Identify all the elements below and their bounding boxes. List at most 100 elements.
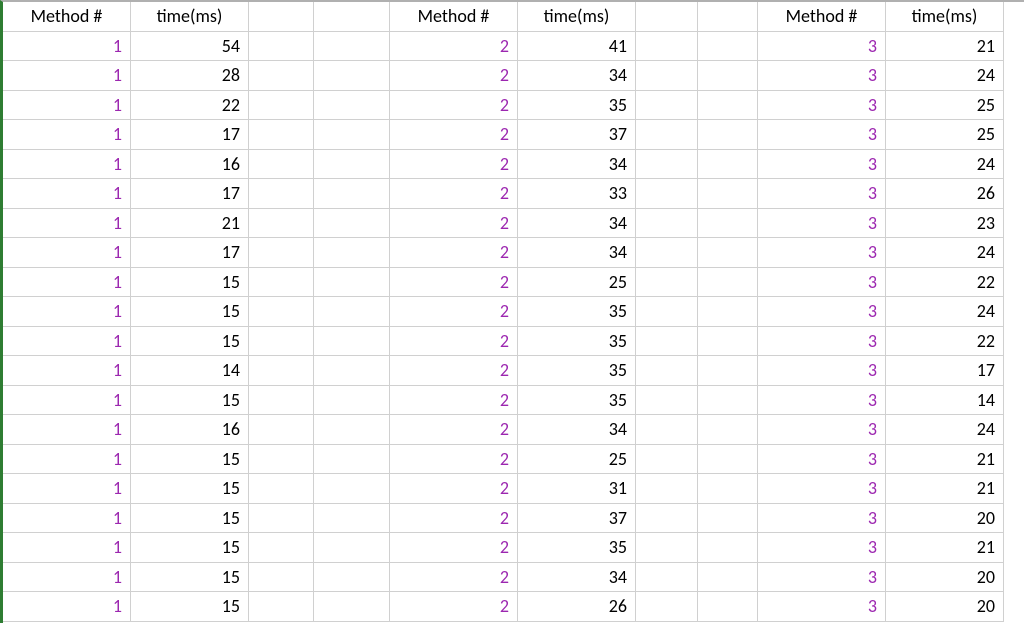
header-time[interactable]: time(ms) [518, 2, 636, 32]
empty-cell[interactable] [698, 297, 758, 327]
empty-cell[interactable] [636, 179, 698, 209]
method-value[interactable]: 1 [3, 238, 131, 268]
method-value[interactable]: 1 [3, 91, 131, 121]
time-value[interactable]: 34 [518, 563, 636, 593]
method-value[interactable]: 2 [390, 150, 518, 180]
time-value[interactable]: 15 [131, 327, 249, 357]
time-value[interactable]: 24 [886, 297, 1004, 327]
empty-cell[interactable] [314, 415, 390, 445]
method-value[interactable]: 1 [3, 563, 131, 593]
method-value[interactable]: 1 [3, 268, 131, 298]
empty-cell[interactable] [636, 592, 698, 622]
empty-cell[interactable] [249, 120, 314, 150]
method-value[interactable]: 2 [390, 327, 518, 357]
time-value[interactable]: 23 [886, 209, 1004, 239]
method-value[interactable]: 1 [3, 356, 131, 386]
empty-cell[interactable] [249, 327, 314, 357]
empty-cell[interactable] [698, 61, 758, 91]
method-value[interactable]: 2 [390, 179, 518, 209]
empty-cell[interactable] [636, 504, 698, 534]
empty-cell[interactable] [636, 356, 698, 386]
empty-cell[interactable] [249, 445, 314, 475]
empty-cell[interactable] [698, 563, 758, 593]
time-value[interactable]: 34 [518, 61, 636, 91]
method-value[interactable]: 2 [390, 238, 518, 268]
empty-cell[interactable] [698, 445, 758, 475]
empty-cell[interactable] [249, 238, 314, 268]
empty-cell[interactable] [698, 120, 758, 150]
empty-cell[interactable] [249, 297, 314, 327]
method-value[interactable]: 2 [390, 386, 518, 416]
method-value[interactable]: 3 [758, 238, 886, 268]
time-value[interactable]: 21 [886, 533, 1004, 563]
method-value[interactable]: 3 [758, 533, 886, 563]
time-value[interactable]: 21 [886, 474, 1004, 504]
time-value[interactable]: 15 [131, 474, 249, 504]
time-value[interactable]: 15 [131, 533, 249, 563]
empty-cell[interactable] [314, 238, 390, 268]
empty-cell[interactable] [636, 61, 698, 91]
empty-cell[interactable] [249, 2, 314, 32]
time-value[interactable]: 17 [131, 120, 249, 150]
time-value[interactable]: 41 [518, 32, 636, 62]
empty-cell[interactable] [698, 91, 758, 121]
empty-cell[interactable] [249, 474, 314, 504]
empty-cell[interactable] [314, 592, 390, 622]
time-value[interactable]: 17 [131, 238, 249, 268]
method-value[interactable]: 1 [3, 61, 131, 91]
time-value[interactable]: 35 [518, 91, 636, 121]
empty-cell[interactable] [314, 150, 390, 180]
empty-cell[interactable] [314, 504, 390, 534]
time-value[interactable]: 15 [131, 504, 249, 534]
time-value[interactable]: 25 [886, 91, 1004, 121]
time-value[interactable]: 37 [518, 504, 636, 534]
method-value[interactable]: 2 [390, 32, 518, 62]
empty-cell[interactable] [636, 474, 698, 504]
time-value[interactable]: 21 [886, 445, 1004, 475]
empty-cell[interactable] [698, 268, 758, 298]
method-value[interactable]: 3 [758, 415, 886, 445]
method-value[interactable]: 3 [758, 268, 886, 298]
method-value[interactable]: 1 [3, 592, 131, 622]
empty-cell[interactable] [698, 592, 758, 622]
empty-cell[interactable] [249, 592, 314, 622]
time-value[interactable]: 17 [886, 356, 1004, 386]
time-value[interactable]: 26 [886, 179, 1004, 209]
empty-cell[interactable] [636, 120, 698, 150]
method-value[interactable]: 1 [3, 445, 131, 475]
time-value[interactable]: 15 [131, 592, 249, 622]
method-value[interactable]: 1 [3, 120, 131, 150]
method-value[interactable]: 1 [3, 474, 131, 504]
empty-cell[interactable] [698, 209, 758, 239]
time-value[interactable]: 33 [518, 179, 636, 209]
time-value[interactable]: 25 [886, 120, 1004, 150]
empty-cell[interactable] [314, 445, 390, 475]
method-value[interactable]: 2 [390, 474, 518, 504]
time-value[interactable]: 22 [131, 91, 249, 121]
time-value[interactable]: 21 [131, 209, 249, 239]
empty-cell[interactable] [314, 563, 390, 593]
method-value[interactable]: 2 [390, 445, 518, 475]
method-value[interactable]: 2 [390, 120, 518, 150]
time-value[interactable]: 31 [518, 474, 636, 504]
method-value[interactable]: 2 [390, 209, 518, 239]
method-value[interactable]: 3 [758, 150, 886, 180]
empty-cell[interactable] [636, 150, 698, 180]
time-value[interactable]: 24 [886, 238, 1004, 268]
header-method[interactable]: Method # [390, 2, 518, 32]
time-value[interactable]: 14 [886, 386, 1004, 416]
time-value[interactable]: 20 [886, 592, 1004, 622]
method-value[interactable]: 2 [390, 61, 518, 91]
method-value[interactable]: 2 [390, 563, 518, 593]
empty-cell[interactable] [314, 268, 390, 298]
time-value[interactable]: 35 [518, 356, 636, 386]
time-value[interactable]: 34 [518, 209, 636, 239]
empty-cell[interactable] [636, 415, 698, 445]
time-value[interactable]: 24 [886, 61, 1004, 91]
empty-cell[interactable] [249, 209, 314, 239]
time-value[interactable]: 26 [518, 592, 636, 622]
empty-cell[interactable] [249, 150, 314, 180]
method-value[interactable]: 1 [3, 386, 131, 416]
empty-cell[interactable] [314, 474, 390, 504]
empty-cell[interactable] [249, 32, 314, 62]
